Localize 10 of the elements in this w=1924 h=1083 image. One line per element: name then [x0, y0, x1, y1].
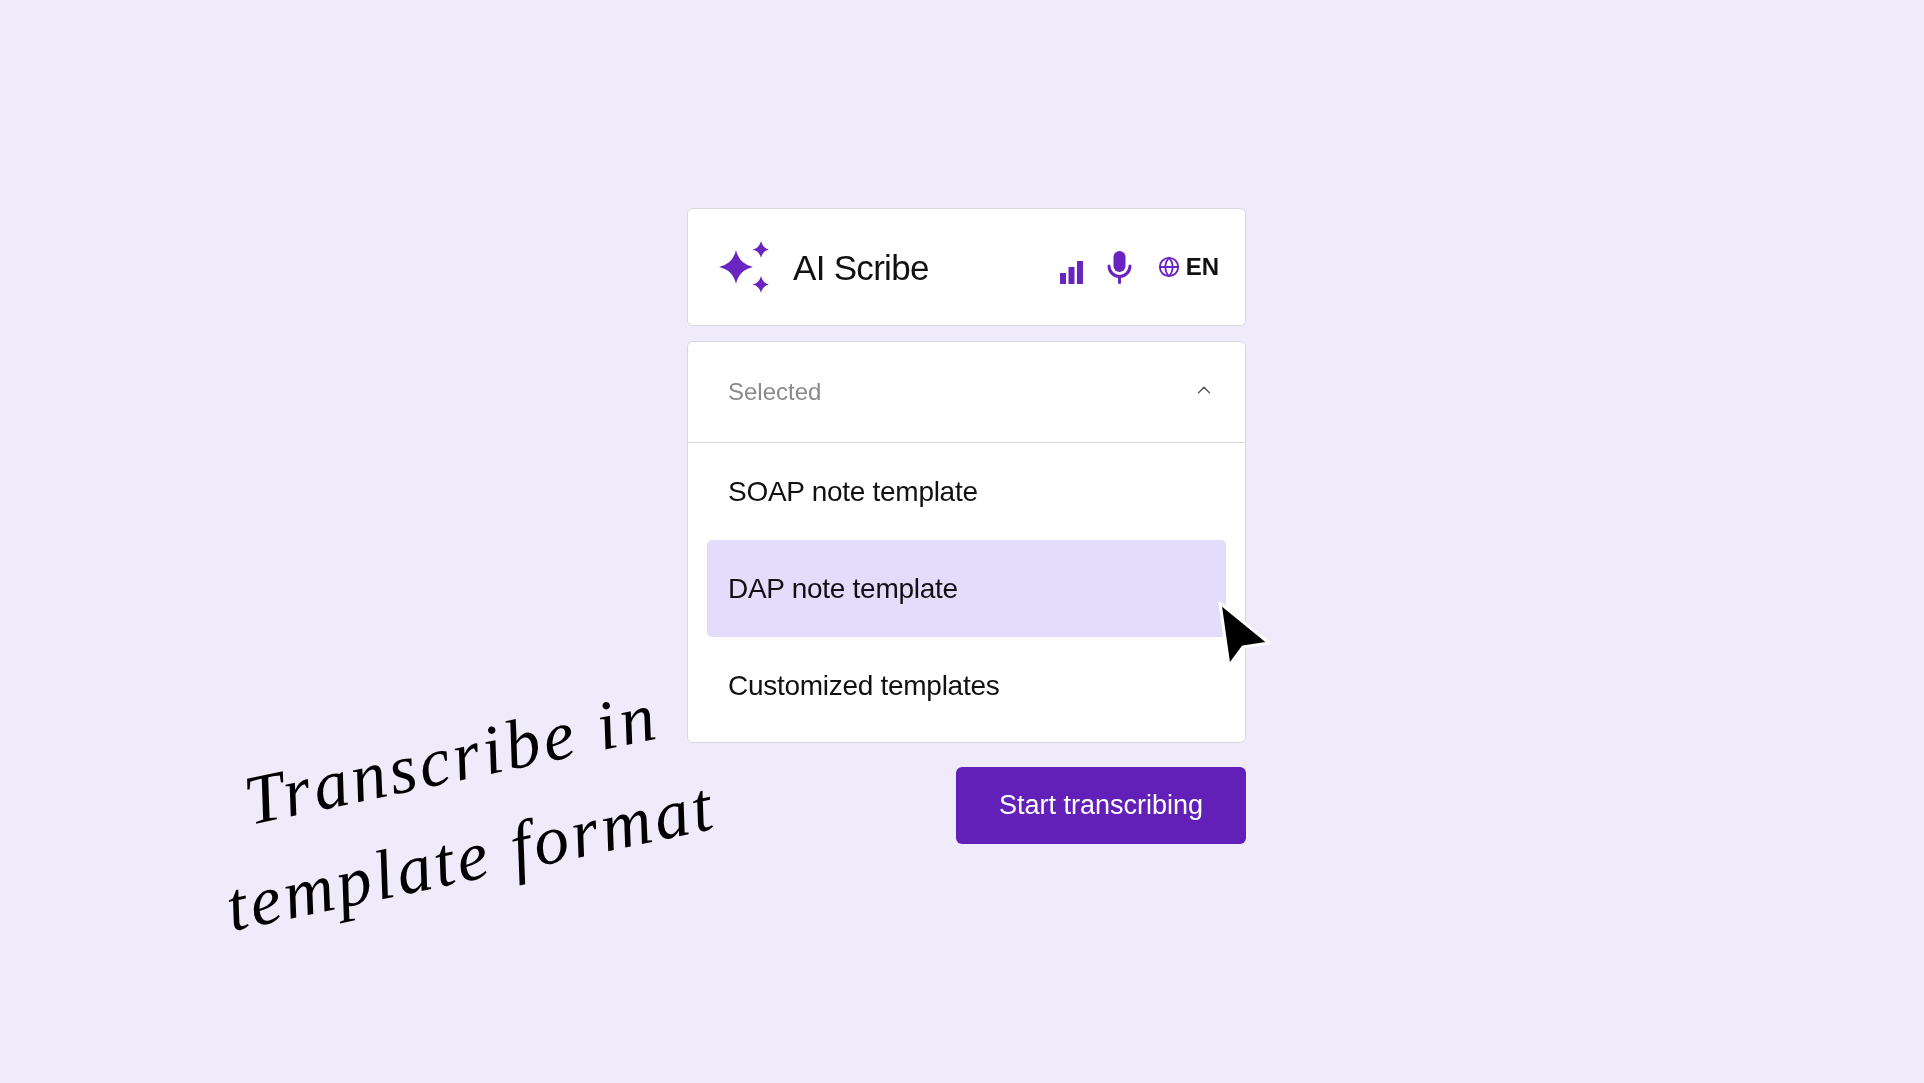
app-title: AI Scribe: [793, 249, 929, 285]
dropdown-option[interactable]: Customized templates: [707, 637, 1226, 734]
language-label[interactable]: EN: [1185, 255, 1219, 279]
microphone-icon[interactable]: [1106, 250, 1132, 284]
sparkle-icon: [719, 241, 769, 293]
signal-bars-icon[interactable]: [1059, 260, 1083, 284]
start-transcribing-button[interactable]: Start transcribing: [956, 767, 1246, 844]
dropdown-option[interactable]: DAP note template: [707, 540, 1226, 637]
globe-icon[interactable]: [1157, 256, 1180, 278]
dropdown-option[interactable]: SOAP note template: [707, 443, 1226, 540]
